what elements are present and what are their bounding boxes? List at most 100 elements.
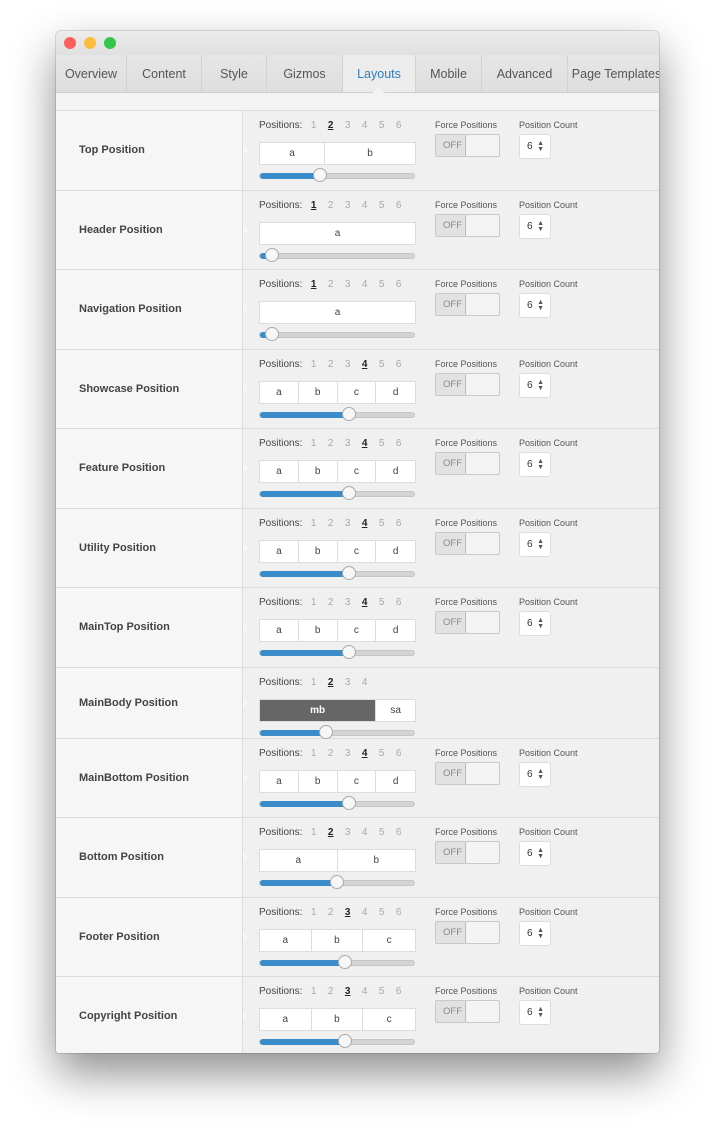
- force-positions-toggle[interactable]: OFF: [435, 611, 500, 634]
- slider-handle[interactable]: [342, 406, 357, 421]
- force-positions-toggle[interactable]: OFF: [435, 531, 500, 555]
- position-option[interactable]: 6: [390, 597, 407, 608]
- position-option[interactable]: 2: [322, 200, 339, 211]
- position-count-select[interactable]: 6 ▲ ▼: [519, 372, 551, 398]
- zoom-window-button[interactable]: [104, 37, 116, 49]
- position-option[interactable]: 5: [373, 986, 390, 997]
- position-option[interactable]: 4: [356, 907, 373, 918]
- position-option[interactable]: 4: [356, 438, 373, 449]
- position-option[interactable]: 2: [322, 827, 339, 838]
- slider-handle[interactable]: [319, 724, 334, 739]
- position-column[interactable]: b: [299, 461, 338, 482]
- position-option[interactable]: 3: [339, 518, 356, 529]
- tab-style[interactable]: Style: [202, 55, 267, 92]
- tab-layouts[interactable]: Layouts: [343, 55, 416, 93]
- position-option[interactable]: 2: [322, 359, 339, 370]
- position-option[interactable]: 2: [322, 907, 339, 918]
- column-width-slider[interactable]: [259, 247, 415, 262]
- tab-content[interactable]: Content: [127, 55, 202, 92]
- position-option[interactable]: 6: [390, 438, 407, 449]
- position-count-select[interactable]: 6 ▲ ▼: [519, 293, 551, 318]
- position-option[interactable]: 5: [373, 438, 390, 449]
- column-width-slider[interactable]: [259, 795, 415, 810]
- position-column[interactable]: mb: [260, 699, 377, 721]
- force-positions-toggle[interactable]: OFF: [435, 134, 500, 157]
- position-count-select[interactable]: 6 ▲ ▼: [519, 452, 551, 477]
- position-column[interactable]: b: [312, 1009, 364, 1030]
- force-positions-toggle[interactable]: OFF: [435, 213, 500, 237]
- slider-handle[interactable]: [342, 486, 357, 500]
- position-option[interactable]: 4: [356, 677, 373, 688]
- position-column[interactable]: b: [299, 381, 338, 403]
- position-option[interactable]: 6: [390, 279, 407, 290]
- close-window-button[interactable]: [64, 37, 76, 49]
- position-column[interactable]: d: [376, 620, 415, 641]
- slider-handle[interactable]: [342, 645, 357, 659]
- slider-handle[interactable]: [337, 1034, 352, 1048]
- position-option[interactable]: 1: [305, 200, 322, 211]
- position-option[interactable]: 4: [356, 748, 373, 759]
- position-count-select[interactable]: 6 ▲ ▼: [519, 134, 551, 159]
- position-option[interactable]: 1: [305, 518, 322, 529]
- position-option[interactable]: 3: [339, 597, 356, 608]
- column-width-slider[interactable]: [259, 1034, 415, 1048]
- position-option[interactable]: 5: [373, 359, 390, 370]
- slider-handle[interactable]: [342, 565, 357, 580]
- position-option[interactable]: 1: [305, 907, 322, 918]
- minimize-window-button[interactable]: [84, 37, 96, 49]
- force-positions-toggle[interactable]: OFF: [435, 452, 500, 475]
- force-positions-toggle[interactable]: OFF: [435, 841, 500, 864]
- position-option[interactable]: 1: [305, 677, 322, 688]
- position-option[interactable]: 6: [390, 359, 407, 370]
- column-width-slider[interactable]: [259, 724, 415, 739]
- position-option[interactable]: 4: [356, 597, 373, 608]
- position-option[interactable]: 4: [356, 120, 373, 131]
- force-positions-toggle[interactable]: OFF: [435, 761, 500, 785]
- position-column[interactable]: c: [338, 540, 377, 562]
- column-width-slider[interactable]: [259, 565, 415, 580]
- position-option[interactable]: 4: [356, 518, 373, 529]
- position-option[interactable]: 6: [390, 518, 407, 529]
- position-option[interactable]: 3: [339, 120, 356, 131]
- position-column[interactable]: c: [338, 620, 377, 641]
- position-option[interactable]: 1: [305, 827, 322, 838]
- position-option[interactable]: 6: [390, 907, 407, 918]
- slider-handle[interactable]: [265, 247, 280, 262]
- slider-handle[interactable]: [330, 875, 344, 889]
- position-option[interactable]: 4: [356, 827, 373, 838]
- position-option[interactable]: 3: [339, 359, 356, 370]
- position-column[interactable]: a: [260, 620, 299, 641]
- position-column[interactable]: d: [376, 382, 415, 403]
- position-column[interactable]: a: [260, 223, 415, 244]
- position-column[interactable]: a: [260, 1009, 312, 1030]
- position-option[interactable]: 5: [373, 827, 390, 838]
- tab-mobile[interactable]: Mobile: [416, 55, 482, 92]
- position-option[interactable]: 5: [373, 907, 390, 918]
- slider-handle[interactable]: [342, 795, 357, 810]
- position-column[interactable]: a: [260, 540, 299, 562]
- position-column[interactable]: a: [260, 929, 312, 951]
- slider-handle[interactable]: [337, 954, 352, 969]
- tab-overview[interactable]: Overview: [56, 55, 127, 92]
- position-option[interactable]: 1: [305, 597, 322, 608]
- position-column[interactable]: a: [260, 461, 299, 482]
- position-option[interactable]: 2: [322, 597, 339, 608]
- position-option[interactable]: 3: [339, 279, 356, 290]
- position-option[interactable]: 4: [356, 200, 373, 211]
- position-column[interactable]: a: [260, 850, 338, 871]
- position-option[interactable]: 4: [356, 986, 373, 997]
- position-option[interactable]: 2: [322, 748, 339, 759]
- position-option[interactable]: 2: [322, 438, 339, 449]
- column-width-slider[interactable]: [259, 875, 415, 889]
- position-option[interactable]: 4: [356, 279, 373, 290]
- position-column[interactable]: b: [312, 929, 364, 951]
- position-column[interactable]: d: [376, 461, 415, 482]
- column-width-slider[interactable]: [259, 168, 415, 182]
- position-option[interactable]: 2: [322, 677, 339, 688]
- position-column[interactable]: c: [363, 930, 415, 951]
- position-count-select[interactable]: 6 ▲ ▼: [519, 1000, 551, 1025]
- position-count-select[interactable]: 6 ▲ ▼: [519, 920, 551, 946]
- column-width-slider[interactable]: [259, 327, 415, 341]
- position-option[interactable]: 5: [373, 279, 390, 290]
- position-count-select[interactable]: 6 ▲ ▼: [519, 761, 551, 787]
